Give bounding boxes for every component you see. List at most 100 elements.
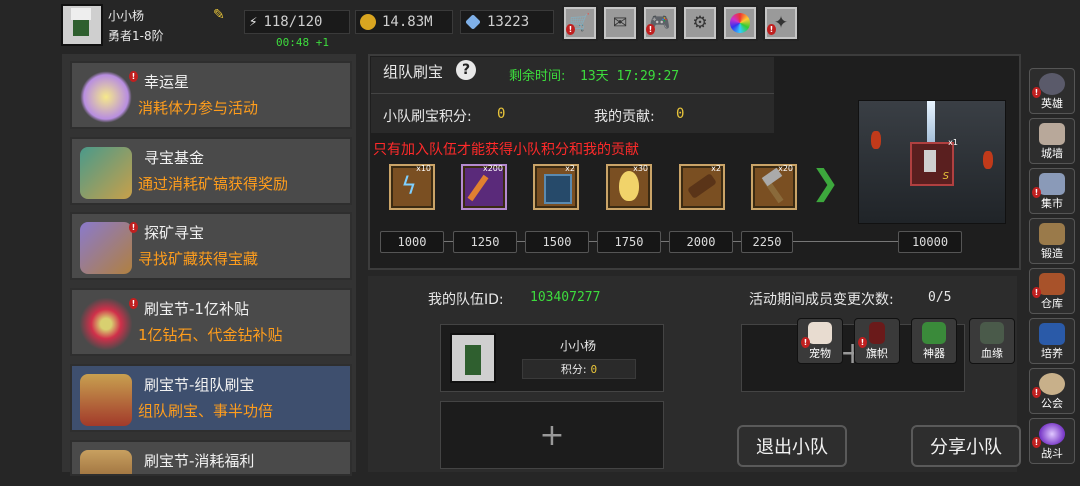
event-title: 刷宝节-组队刷宝 [144,376,255,394]
leave-team-button[interactable]: 退出小队 [737,425,847,467]
sidebar-label: 集市 [1041,197,1063,210]
milestone-2000: 2000 [669,231,733,253]
reward-fire-staff[interactable]: x200 [461,164,507,210]
edit-name-icon[interactable]: ✎ [213,7,225,23]
sidebar-item-guild[interactable]: ! 公会 [1029,368,1075,414]
settings-icon[interactable]: ⚙ [682,5,718,41]
remaining-time-value: 13天 17:29:27 [580,69,680,84]
spellbook-icon [544,174,572,204]
milestone-1000: 1000 [380,231,444,253]
sidebar-item-forge[interactable]: 锻造 [1029,218,1075,264]
event-item-mining-treasure[interactable]: ! 探矿寻宝 寻找矿藏获得宝藏 [70,212,352,280]
sidebar-item-hero[interactable]: ! 英雄 [1029,68,1075,114]
shop-alert-badge: ! [566,24,575,35]
sidebar-label: 培养 [1041,347,1063,360]
event-subtitle: 组队刷宝、事半功倍 [138,402,274,420]
quick-menu-pet[interactable]: ! 宠物 [797,318,843,364]
diamond-display: 13223 [460,10,554,34]
reward-count: x30 [633,164,648,173]
gamepad-alert-badge: ! [646,24,655,35]
treasure-bag-icon [80,147,132,199]
add-member-slot[interactable]: + [440,401,664,469]
event-item-subsidy[interactable]: ! 刷宝节-1亿补贴 1亿钻石、代金钻补贴 [70,288,352,356]
guild-icon [1039,373,1065,395]
reward-count: x20 [778,164,793,173]
torch-right-icon [983,151,993,169]
firework-icon[interactable]: ✦ [763,5,799,41]
event-title: 刷宝节-1亿补贴 [144,300,249,318]
help-icon[interactable]: ? [456,60,476,80]
treasure-chest-icon [80,222,132,274]
join-team-warning: 只有加入队伍才能获得小队积分和我的贡献 [373,142,639,158]
contribution-label: 我的贡献: [594,109,655,125]
gold-display: 14.83M [355,10,453,34]
event-subtitle: 寻找矿藏获得宝藏 [138,250,259,268]
gamepad-icon[interactable]: 🎮 [642,5,678,41]
event-panel-title: 组队刷宝 [383,63,444,81]
event-title: 刷宝节-消耗福利 [144,452,255,470]
quick-menu-banner[interactable]: ! 旗帜 [854,318,900,364]
milestone-2250: 2250 [741,231,793,253]
lightning-scroll-icon: ϟ [401,172,417,200]
team-member-slot[interactable]: 小小杨 积分: 0 [440,324,664,392]
fire-staff-icon [467,174,489,202]
banner-icon [869,322,885,344]
event-item-lucky-star[interactable]: ! 幸运星 消耗体力参与活动 [70,61,352,129]
reward-lightning-scroll[interactable]: ϟ x10 [389,164,435,210]
event-subtitle: 通过消耗矿镐获得奖励 [138,175,289,193]
member-points-label: 积分: [560,363,587,376]
team-id-value: 103407277 [530,290,601,305]
share-team-button[interactable]: 分享小队 [911,425,1021,467]
color-wheel-icon[interactable] [722,5,758,41]
gold-value: 14.83M [382,14,433,30]
event-title: 寻宝基金 [144,149,205,167]
next-rewards-arrow[interactable]: ❯ [811,166,840,200]
player-rank: 勇者1-8阶 [108,29,164,43]
sidebar-label: 仓库 [1041,297,1063,310]
sidebar-item-wall[interactable]: 城墙 [1029,118,1075,164]
sidebar-item-training[interactable]: 培养 [1029,318,1075,364]
market-icon [1039,173,1065,195]
sidebar-label: 城墙 [1041,147,1063,160]
cat-icon [808,322,832,344]
golden-egg-icon [619,171,639,201]
red-flower-icon [80,298,132,350]
alert-badge: ! [129,71,138,82]
sidebar-item-battle[interactable]: ! 战斗 [1029,418,1075,464]
artifact-icon [922,322,946,344]
event-item-treasure-fund[interactable]: 寻宝基金 通过消耗矿镐获得奖励 [70,137,352,205]
helmet-icon [1039,73,1065,95]
header-divider [371,93,774,94]
reward-golden-egg[interactable]: x30 [606,164,652,210]
reward-count: x200 [482,164,503,173]
quick-menu-bloodline[interactable]: 血缘 [969,318,1015,364]
rank-s-label: S [942,171,949,182]
reward-spellbook[interactable]: x2 [533,164,579,210]
shop-icon[interactable]: 🛒 [562,5,598,41]
chest-icon [1039,273,1065,295]
member-avatar [450,333,496,383]
diamond-value: 13223 [487,14,530,30]
stamina-display: ⚡ 118/120 [244,10,350,34]
anvil-icon [1039,223,1065,245]
lightning-icon: ⚡ [249,14,258,30]
quick-menu-label: 宠物 [809,347,831,360]
event-item-consume-bonus[interactable]: 刷宝节-消耗福利 [70,440,352,476]
mail-icon[interactable]: ✉ [602,5,638,41]
reward-hammer[interactable]: x20 [751,164,797,210]
sidebar-item-market[interactable]: ! 集市 [1029,168,1075,214]
player-avatar[interactable] [61,4,103,46]
lucky-star-icon [80,71,132,123]
milestone-1250: 1250 [453,231,517,253]
team-points-label: 小队刷宝积分: [383,109,472,125]
milestone-10000: 10000 [898,231,962,253]
sidebar-item-warehouse[interactable]: ! 仓库 [1029,268,1075,314]
event-title: 探矿寻宝 [144,224,205,242]
event-item-team-treasure[interactable]: 刷宝节-组队刷宝 组队刷宝、事半功倍 [70,364,352,432]
reward-count: x10 [416,164,431,173]
team-points-value: 0 [497,106,506,122]
reward-scroll[interactable]: x2 [679,164,725,210]
stamina-value: 118/120 [263,14,323,30]
quick-menu-artifact[interactable]: 神器 [911,318,957,364]
grand-prize-item[interactable]: S x1 [910,138,958,186]
